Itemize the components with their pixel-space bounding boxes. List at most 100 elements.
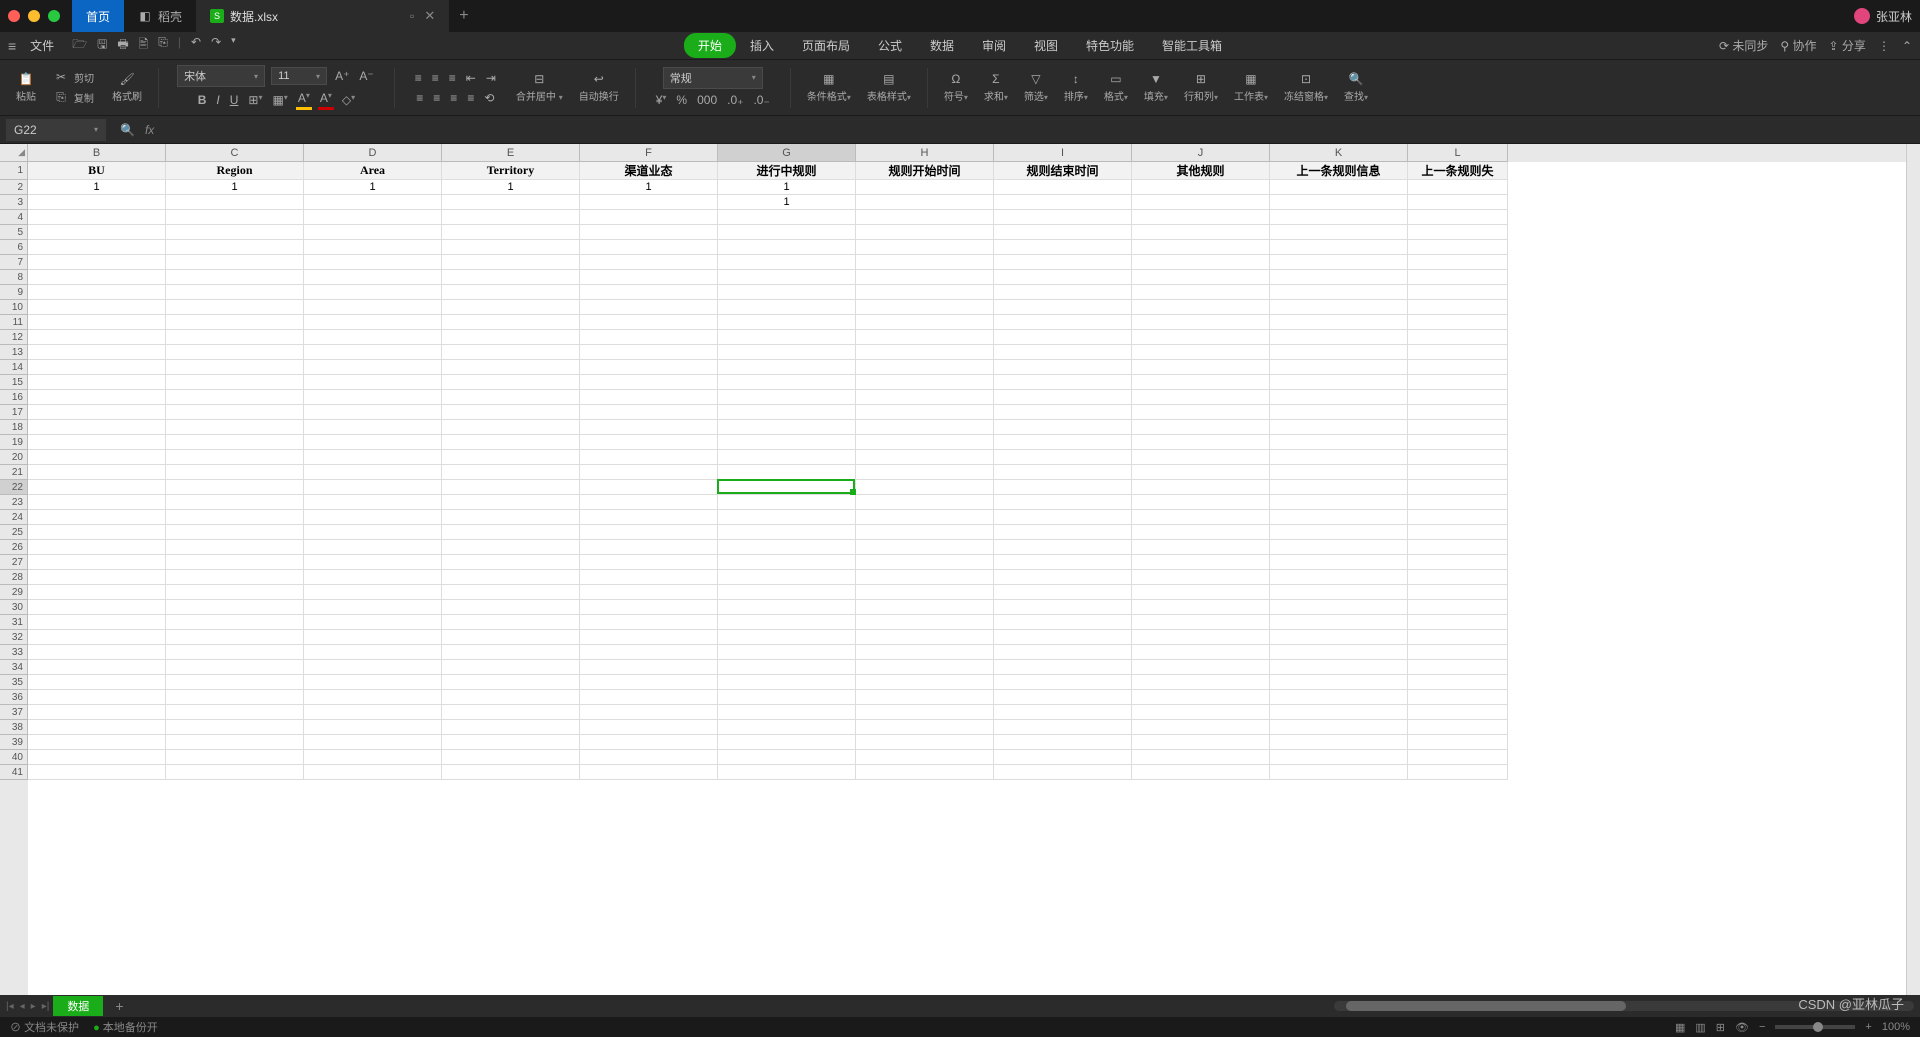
cell-K12[interactable] bbox=[1270, 330, 1408, 345]
row-header-1[interactable]: 1 bbox=[0, 162, 28, 180]
cell-I2[interactable] bbox=[994, 180, 1132, 195]
cell-C25[interactable] bbox=[166, 525, 304, 540]
row-header-9[interactable]: 9 bbox=[0, 285, 28, 300]
conditional-format-button[interactable]: ▦条件格式▾ bbox=[803, 72, 855, 103]
cell-C1[interactable]: Region bbox=[166, 162, 304, 180]
cell-B32[interactable] bbox=[28, 630, 166, 645]
sheet-first-icon[interactable]: |◂ bbox=[6, 1001, 14, 1012]
cell-D10[interactable] bbox=[304, 300, 442, 315]
cell-K33[interactable] bbox=[1270, 645, 1408, 660]
cell-G41[interactable] bbox=[718, 765, 856, 780]
freeze-button[interactable]: ⊡冻结窗格▾ bbox=[1280, 72, 1332, 103]
cell-F18[interactable] bbox=[580, 420, 718, 435]
cell-K25[interactable] bbox=[1270, 525, 1408, 540]
cell-I13[interactable] bbox=[994, 345, 1132, 360]
cell-B17[interactable] bbox=[28, 405, 166, 420]
cell-H26[interactable] bbox=[856, 540, 994, 555]
cell-C5[interactable] bbox=[166, 225, 304, 240]
cell-H5[interactable] bbox=[856, 225, 994, 240]
col-header-I[interactable]: I bbox=[994, 144, 1132, 162]
cell-D38[interactable] bbox=[304, 720, 442, 735]
cell-C10[interactable] bbox=[166, 300, 304, 315]
cell-C6[interactable] bbox=[166, 240, 304, 255]
increase-decimal-icon[interactable]: .0₊ bbox=[725, 91, 745, 109]
fill-button[interactable]: ▼填充▾ bbox=[1140, 72, 1172, 103]
cell-H3[interactable] bbox=[856, 195, 994, 210]
cell-J35[interactable] bbox=[1132, 675, 1270, 690]
zoom-out-icon[interactable]: − bbox=[1759, 1021, 1765, 1033]
cell-E14[interactable] bbox=[442, 360, 580, 375]
merge-center-button[interactable]: ⊟合并居中 ▾ bbox=[512, 72, 567, 103]
cell-G27[interactable] bbox=[718, 555, 856, 570]
cell-I40[interactable] bbox=[994, 750, 1132, 765]
cell-G14[interactable] bbox=[718, 360, 856, 375]
cell-fill-button[interactable]: ▦▾ bbox=[270, 91, 289, 109]
cell-E19[interactable] bbox=[442, 435, 580, 450]
cell-L11[interactable] bbox=[1408, 315, 1508, 330]
cell-L2[interactable] bbox=[1408, 180, 1508, 195]
cell-G15[interactable] bbox=[718, 375, 856, 390]
row-header-5[interactable]: 5 bbox=[0, 225, 28, 240]
cell-G39[interactable] bbox=[718, 735, 856, 750]
cell-J39[interactable] bbox=[1132, 735, 1270, 750]
align-middle-icon[interactable]: ≡ bbox=[430, 69, 441, 87]
cell-D7[interactable] bbox=[304, 255, 442, 270]
cell-D5[interactable] bbox=[304, 225, 442, 240]
fx-icon[interactable]: fx bbox=[145, 123, 154, 137]
cell-D29[interactable] bbox=[304, 585, 442, 600]
row-header-28[interactable]: 28 bbox=[0, 570, 28, 585]
cell-I10[interactable] bbox=[994, 300, 1132, 315]
cell-B23[interactable] bbox=[28, 495, 166, 510]
italic-button[interactable]: I bbox=[214, 91, 221, 109]
col-header-D[interactable]: D bbox=[304, 144, 442, 162]
cell-E12[interactable] bbox=[442, 330, 580, 345]
cell-F8[interactable] bbox=[580, 270, 718, 285]
cell-H13[interactable] bbox=[856, 345, 994, 360]
cell-L31[interactable] bbox=[1408, 615, 1508, 630]
cell-E41[interactable] bbox=[442, 765, 580, 780]
row-header-26[interactable]: 26 bbox=[0, 540, 28, 555]
cell-K38[interactable] bbox=[1270, 720, 1408, 735]
cell-B21[interactable] bbox=[28, 465, 166, 480]
cell-J38[interactable] bbox=[1132, 720, 1270, 735]
cell-E4[interactable] bbox=[442, 210, 580, 225]
cell-G3[interactable]: 1 bbox=[718, 195, 856, 210]
cell-I37[interactable] bbox=[994, 705, 1132, 720]
cell-K16[interactable] bbox=[1270, 390, 1408, 405]
cell-C19[interactable] bbox=[166, 435, 304, 450]
cell-I1[interactable]: 规则结束时间 bbox=[994, 162, 1132, 180]
cell-D26[interactable] bbox=[304, 540, 442, 555]
cell-K3[interactable] bbox=[1270, 195, 1408, 210]
cell-H32[interactable] bbox=[856, 630, 994, 645]
cell-L19[interactable] bbox=[1408, 435, 1508, 450]
cell-F17[interactable] bbox=[580, 405, 718, 420]
cell-L25[interactable] bbox=[1408, 525, 1508, 540]
cell-L6[interactable] bbox=[1408, 240, 1508, 255]
cell-I32[interactable] bbox=[994, 630, 1132, 645]
filter-button[interactable]: ▽筛选▾ bbox=[1020, 72, 1052, 103]
cell-J5[interactable] bbox=[1132, 225, 1270, 240]
cell-D9[interactable] bbox=[304, 285, 442, 300]
cell-B2[interactable]: 1 bbox=[28, 180, 166, 195]
cell-C27[interactable] bbox=[166, 555, 304, 570]
cell-F9[interactable] bbox=[580, 285, 718, 300]
row-header-4[interactable]: 4 bbox=[0, 210, 28, 225]
ribbon-tab-8[interactable]: 智能工具箱 bbox=[1148, 33, 1236, 58]
cell-K39[interactable] bbox=[1270, 735, 1408, 750]
cell-F1[interactable]: 渠道业态 bbox=[580, 162, 718, 180]
cell-I7[interactable] bbox=[994, 255, 1132, 270]
justify-icon[interactable]: ≡ bbox=[465, 89, 476, 107]
cell-E37[interactable] bbox=[442, 705, 580, 720]
cell-L38[interactable] bbox=[1408, 720, 1508, 735]
horizontal-scrollbar[interactable] bbox=[1334, 1001, 1914, 1011]
cell-H27[interactable] bbox=[856, 555, 994, 570]
cell-L33[interactable] bbox=[1408, 645, 1508, 660]
cell-F38[interactable] bbox=[580, 720, 718, 735]
border-button[interactable]: ⊞▾ bbox=[246, 91, 264, 109]
cell-C26[interactable] bbox=[166, 540, 304, 555]
cell-E17[interactable] bbox=[442, 405, 580, 420]
sum-button[interactable]: Σ求和▾ bbox=[980, 72, 1012, 103]
cell-B39[interactable] bbox=[28, 735, 166, 750]
align-bottom-icon[interactable]: ≡ bbox=[447, 69, 458, 87]
cell-B28[interactable] bbox=[28, 570, 166, 585]
